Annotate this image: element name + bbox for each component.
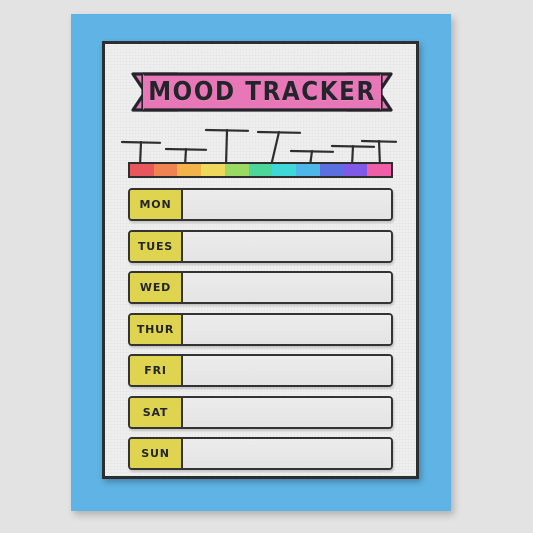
- leader-line-3-stem: [224, 128, 229, 168]
- swatch-sky[interactable]: [296, 164, 320, 176]
- swatch-turquoise[interactable]: [272, 164, 297, 176]
- row-mon-label: MON: [130, 190, 183, 219]
- row-thur-entry-field[interactable]: [183, 314, 391, 344]
- page-title: MOOD TRACKER: [148, 77, 376, 107]
- swatch-blue[interactable]: [319, 164, 344, 176]
- blue-backing-card: MOOD TRACKER MON TUES WED THUR FRI SAT SUN: [71, 14, 451, 511]
- table-row: SUN: [128, 437, 393, 470]
- swatch-lime[interactable]: [224, 164, 249, 176]
- row-tues-label: TUES: [130, 231, 183, 261]
- day-rows-list: MON TUES WED THUR FRI SAT SUN: [128, 188, 393, 479]
- swatch-yellow[interactable]: [201, 164, 225, 176]
- swatch-red[interactable]: [130, 164, 154, 176]
- row-wed-label: WED: [130, 273, 183, 302]
- swatch-amber[interactable]: [177, 164, 202, 176]
- swatch-orange[interactable]: [153, 164, 178, 176]
- row-fri-label: FRI: [130, 356, 183, 385]
- row-mon-entry-field[interactable]: [183, 190, 391, 219]
- leader-lines-group: [120, 128, 398, 168]
- mood-color-key: [120, 122, 398, 178]
- paper-inner: MOOD TRACKER MON TUES WED THUR FRI SAT SUN: [105, 44, 416, 476]
- mood-tracker-scene: MOOD TRACKER MON TUES WED THUR FRI SAT SUN: [0, 0, 533, 533]
- row-sun-entry-field[interactable]: [183, 439, 391, 468]
- table-row: FRI: [128, 354, 393, 387]
- table-row: WED: [128, 271, 393, 304]
- title-banner: MOOD TRACKER: [131, 71, 393, 113]
- row-thur-label: THUR: [130, 314, 183, 344]
- table-row: TUES: [128, 229, 393, 263]
- row-sat-entry-field[interactable]: [183, 397, 391, 427]
- row-tues-entry-field[interactable]: [183, 231, 391, 261]
- swatch-green[interactable]: [248, 164, 273, 176]
- swatch-pink[interactable]: [367, 164, 391, 176]
- leader-line-3: [204, 128, 250, 168]
- table-row: THUR: [128, 312, 393, 346]
- swatch-violet[interactable]: [343, 164, 368, 176]
- tracker-paper-sheet: MOOD TRACKER MON TUES WED THUR FRI SAT SUN: [102, 41, 419, 479]
- row-wed-entry-field[interactable]: [183, 273, 391, 302]
- row-sun-label: SUN: [130, 439, 183, 468]
- leader-line-4-stem: [269, 130, 281, 168]
- mood-color-bar[interactable]: [128, 162, 393, 178]
- row-sat-label: SAT: [130, 397, 183, 427]
- table-row: MON: [128, 188, 393, 221]
- table-row: SAT: [128, 395, 393, 429]
- row-fri-entry-field[interactable]: [183, 356, 391, 385]
- leader-line-4: [256, 130, 302, 168]
